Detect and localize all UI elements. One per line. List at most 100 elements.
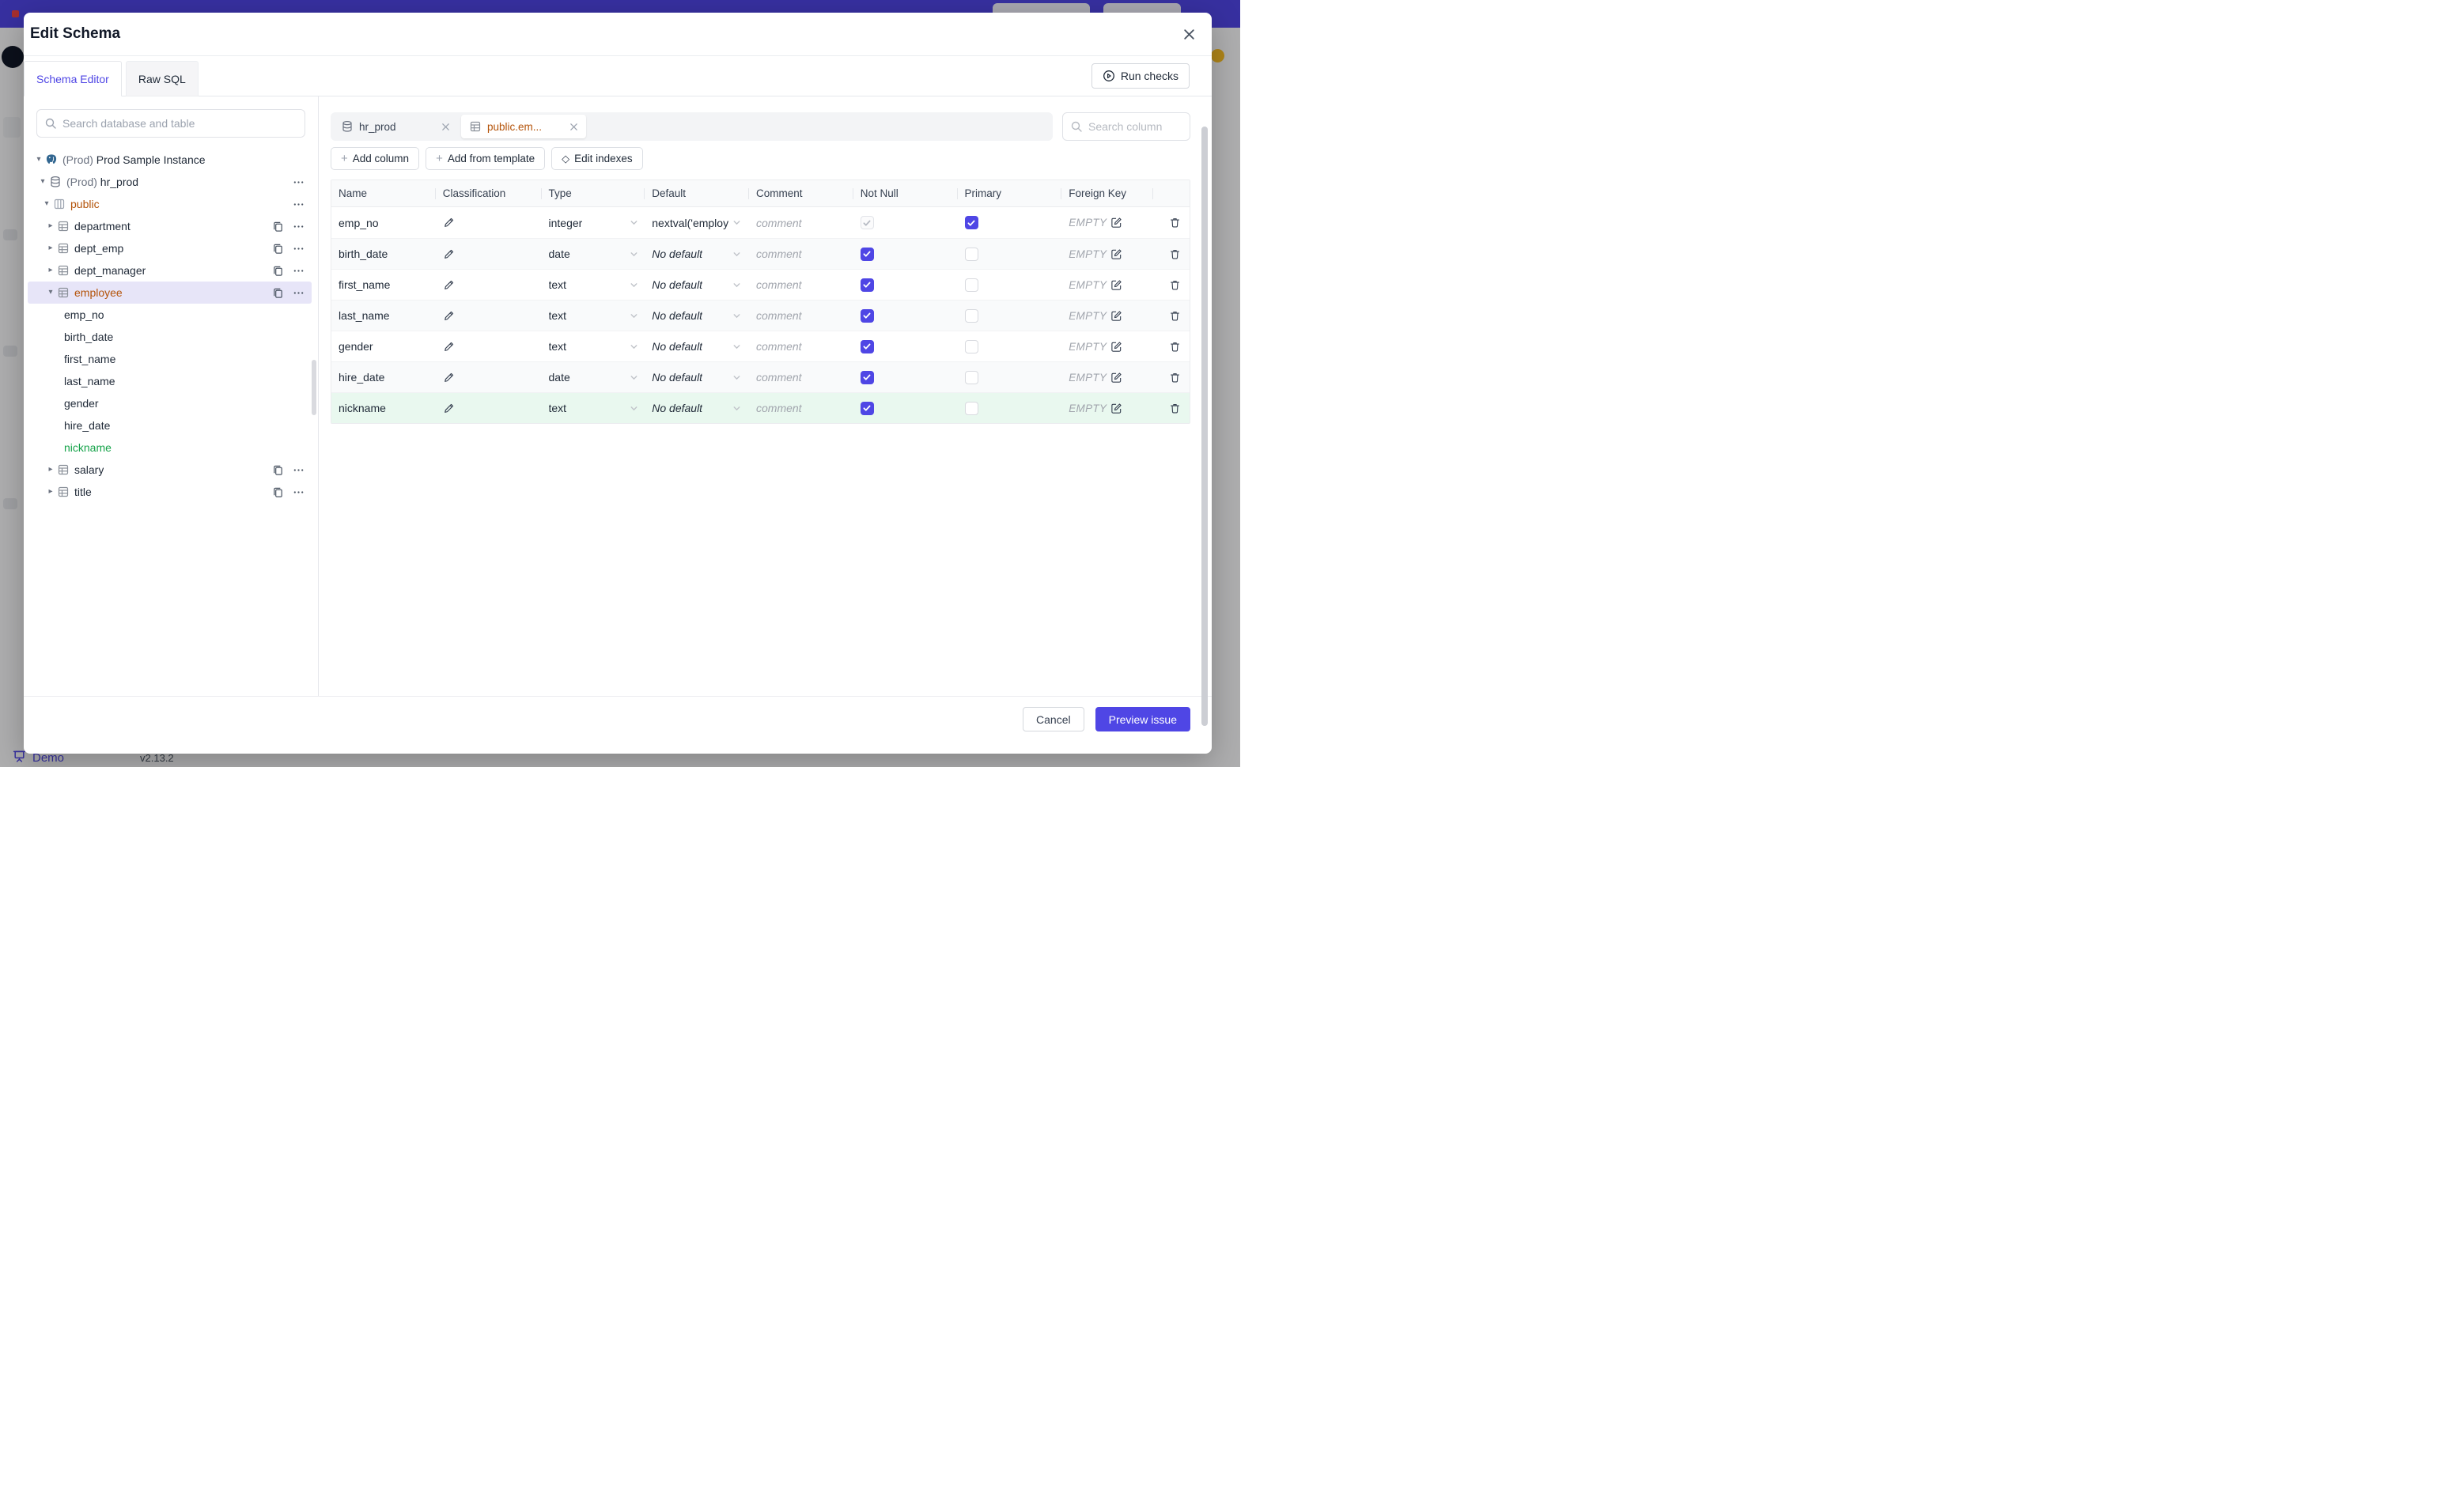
add-from-template-button[interactable]: + Add from template [426,147,546,170]
checkbox[interactable] [860,247,874,261]
tree-column-hire_date[interactable]: hire_date [28,414,312,437]
more-actions-icon[interactable] [291,485,305,499]
checkbox[interactable] [964,247,978,261]
cancel-button[interactable]: Cancel [1023,707,1084,731]
pencil-icon[interactable] [443,372,455,384]
tree-column-emp_no[interactable]: emp_no [28,304,312,326]
column-name-value[interactable]: gender [339,340,373,353]
pencil-icon[interactable] [443,248,455,260]
type-select[interactable]: text [549,340,639,353]
comment-input[interactable]: comment [756,248,802,260]
edit-square-icon[interactable] [1110,372,1122,384]
type-select[interactable]: text [549,278,639,291]
column-name-value[interactable]: first_name [339,278,390,291]
tree-item-prod-sample-instance[interactable]: ▾ (Prod) Prod Sample Instance [28,149,312,171]
tree-item-title[interactable]: ▸ title [28,481,312,503]
more-actions-icon[interactable] [291,263,305,278]
more-actions-icon[interactable] [291,175,305,189]
column-name-value[interactable]: birth_date [339,248,388,260]
checkbox[interactable] [860,401,874,415]
checkbox[interactable] [964,370,978,384]
pencil-icon[interactable] [443,279,455,291]
default-select[interactable]: No default [652,340,742,353]
edit-square-icon[interactable] [1110,341,1122,353]
preview-issue-button[interactable]: Preview issue [1095,707,1190,731]
trash-icon[interactable] [1169,279,1181,291]
comment-input[interactable]: comment [756,371,802,384]
pencil-icon[interactable] [443,403,455,414]
type-select[interactable]: date [549,371,639,384]
copy-icon[interactable] [271,263,285,278]
checkbox[interactable] [964,308,978,323]
trash-icon[interactable] [1169,403,1181,414]
tree-search-input[interactable] [36,109,305,138]
caret-down-icon[interactable]: ▾ [44,289,57,297]
tree-column-nickname[interactable]: nickname [28,437,312,459]
default-select[interactable]: No default [652,371,742,384]
close-icon[interactable] [1180,25,1197,43]
caret-right-icon[interactable]: ▸ [44,466,57,474]
column-name-value[interactable]: hire_date [339,371,384,384]
tree-item-dept_manager[interactable]: ▸ dept_manager [28,259,312,282]
tree-item-public[interactable]: ▾ public [28,193,312,215]
tree-column-last_name[interactable]: last_name [28,370,312,392]
comment-input[interactable]: comment [756,278,802,291]
copy-icon[interactable] [271,485,285,499]
checkbox[interactable] [964,216,978,229]
copy-icon[interactable] [271,463,285,477]
comment-input[interactable]: comment [756,340,802,353]
caret-right-icon[interactable]: ▸ [44,222,57,230]
trash-icon[interactable] [1169,217,1181,229]
caret-right-icon[interactable]: ▸ [44,244,57,252]
caret-down-icon[interactable]: ▾ [32,156,45,164]
trash-icon[interactable] [1169,341,1181,353]
caret-right-icon[interactable]: ▸ [44,488,57,496]
caret-right-icon[interactable]: ▸ [44,266,57,274]
tree-item-hr_prod[interactable]: ▾ (Prod) hr_prod [28,171,312,193]
more-actions-icon[interactable] [291,197,305,211]
more-actions-icon[interactable] [291,241,305,255]
edit-indexes-button[interactable]: ◇ Edit indexes [551,147,643,170]
tab-schema-editor[interactable]: Schema Editor [24,61,122,96]
edit-square-icon[interactable] [1110,310,1122,322]
pencil-icon[interactable] [443,341,455,353]
default-select[interactable]: nextval('employ [652,217,742,229]
column-name-value[interactable]: last_name [339,309,390,322]
dialog-scrollbar[interactable] [1201,127,1208,726]
tree-column-gender[interactable]: gender [28,392,312,414]
editor-tab-hr_prod[interactable]: hr_prod [333,115,458,138]
default-select[interactable]: No default [652,402,742,414]
comment-input[interactable]: comment [756,402,802,414]
tree-item-dept_emp[interactable]: ▸ dept_emp [28,237,312,259]
editor-tab-public-em-[interactable]: public.em... [461,115,586,138]
close-tab-icon[interactable] [569,123,578,131]
tree-item-salary[interactable]: ▸ salary [28,459,312,481]
checkbox[interactable] [964,339,978,353]
edit-square-icon[interactable] [1110,248,1122,260]
trash-icon[interactable] [1169,248,1181,260]
checkbox[interactable] [860,278,874,292]
tab-raw-sql[interactable]: Raw SQL [125,61,199,96]
type-select[interactable]: date [549,248,639,260]
caret-down-icon[interactable]: ▾ [36,178,49,186]
checkbox[interactable] [964,278,978,292]
pencil-icon[interactable] [443,217,455,229]
more-actions-icon[interactable] [291,219,305,233]
type-select[interactable]: text [549,402,639,414]
run-checks-button[interactable]: Run checks [1091,63,1190,89]
type-select[interactable]: text [549,309,639,322]
default-select[interactable]: No default [652,309,742,322]
copy-icon[interactable] [271,219,285,233]
default-select[interactable]: No default [652,278,742,291]
checkbox[interactable] [860,308,874,323]
tree-item-employee[interactable]: ▾ employee [28,282,312,304]
trash-icon[interactable] [1169,310,1181,322]
edit-square-icon[interactable] [1110,279,1122,291]
tree-column-birth_date[interactable]: birth_date [28,326,312,348]
sidebar-scrollbar[interactable] [312,360,316,415]
checkbox[interactable] [860,339,874,353]
default-select[interactable]: No default [652,248,742,260]
more-actions-icon[interactable] [291,285,305,300]
checkbox[interactable] [860,370,874,384]
add-column-button[interactable]: + Add column [331,147,420,170]
